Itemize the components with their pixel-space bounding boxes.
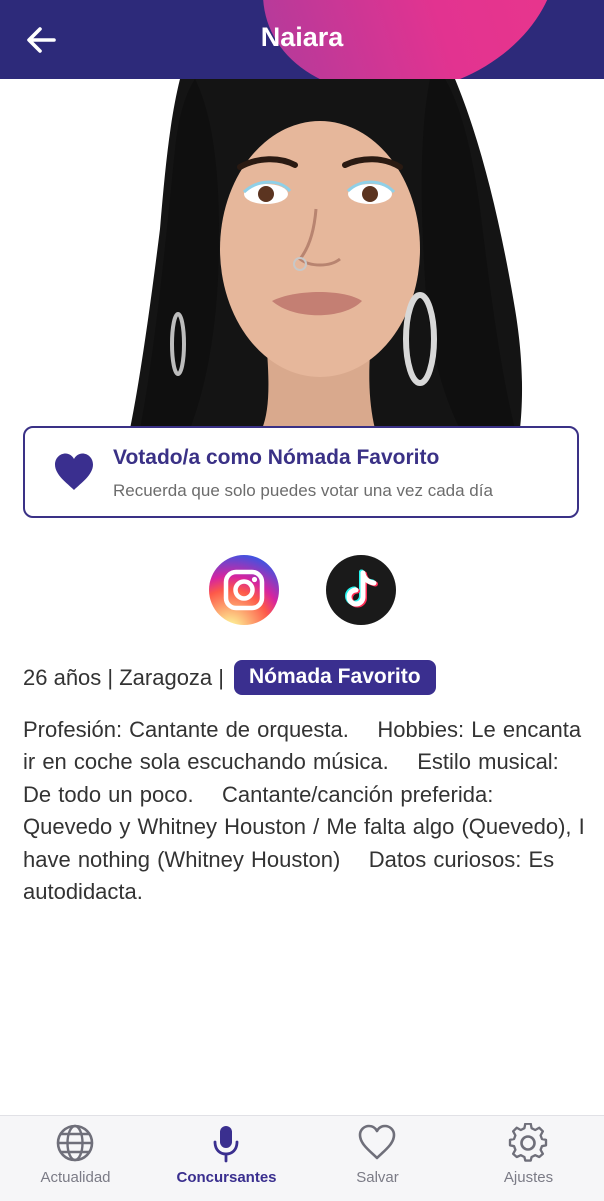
nav-item-concursantes[interactable]: Concursantes bbox=[151, 1116, 302, 1201]
nav-label-salvar: Salvar bbox=[356, 1169, 399, 1186]
contestant-photo bbox=[0, 79, 604, 429]
tiktok-link[interactable] bbox=[326, 555, 396, 625]
page-title: Naiara bbox=[260, 22, 344, 52]
heart-filled-icon bbox=[55, 453, 93, 490]
profile-description: Profesión: Cantante de orquesta. Hobbies… bbox=[23, 717, 592, 905]
nav-label-ajustes: Ajustes bbox=[503, 1169, 554, 1186]
profile-meta: 26 años | Zaragoza | Nómada Favorito bbox=[23, 660, 436, 695]
instagram-link[interactable] bbox=[209, 555, 279, 625]
globe-icon bbox=[56, 1124, 94, 1162]
vote-card-subtitle: Recuerda que solo puedes votar una vez c… bbox=[113, 481, 493, 500]
age-location-text: 26 años | Zaragoza | bbox=[23, 664, 224, 690]
microphone-icon bbox=[213, 1126, 239, 1163]
vote-card-title: Votado/a como Nómada Favorito bbox=[113, 446, 440, 469]
nav-label-concursantes: Concursantes bbox=[176, 1169, 277, 1186]
nav-item-actualidad[interactable]: Actualidad bbox=[0, 1116, 151, 1201]
nav-label-actualidad: Actualidad bbox=[40, 1169, 111, 1186]
category-badge: Nómada Favorito bbox=[234, 660, 436, 695]
gear-icon bbox=[508, 1123, 548, 1162]
app-header: Naiara bbox=[0, 0, 604, 79]
heart-icon bbox=[358, 1124, 396, 1160]
nav-item-salvar[interactable]: Salvar bbox=[302, 1116, 453, 1201]
instagram-icon bbox=[223, 569, 265, 611]
tiktok-icon bbox=[345, 569, 378, 608]
nav-item-ajustes[interactable]: Ajustes bbox=[453, 1116, 604, 1201]
vote-status-card[interactable]: Votado/a como Nómada Favorito Recuerda q… bbox=[23, 426, 579, 518]
bottom-navigation: Actualidad Concursantes Salvar Ajustes bbox=[0, 1115, 604, 1201]
